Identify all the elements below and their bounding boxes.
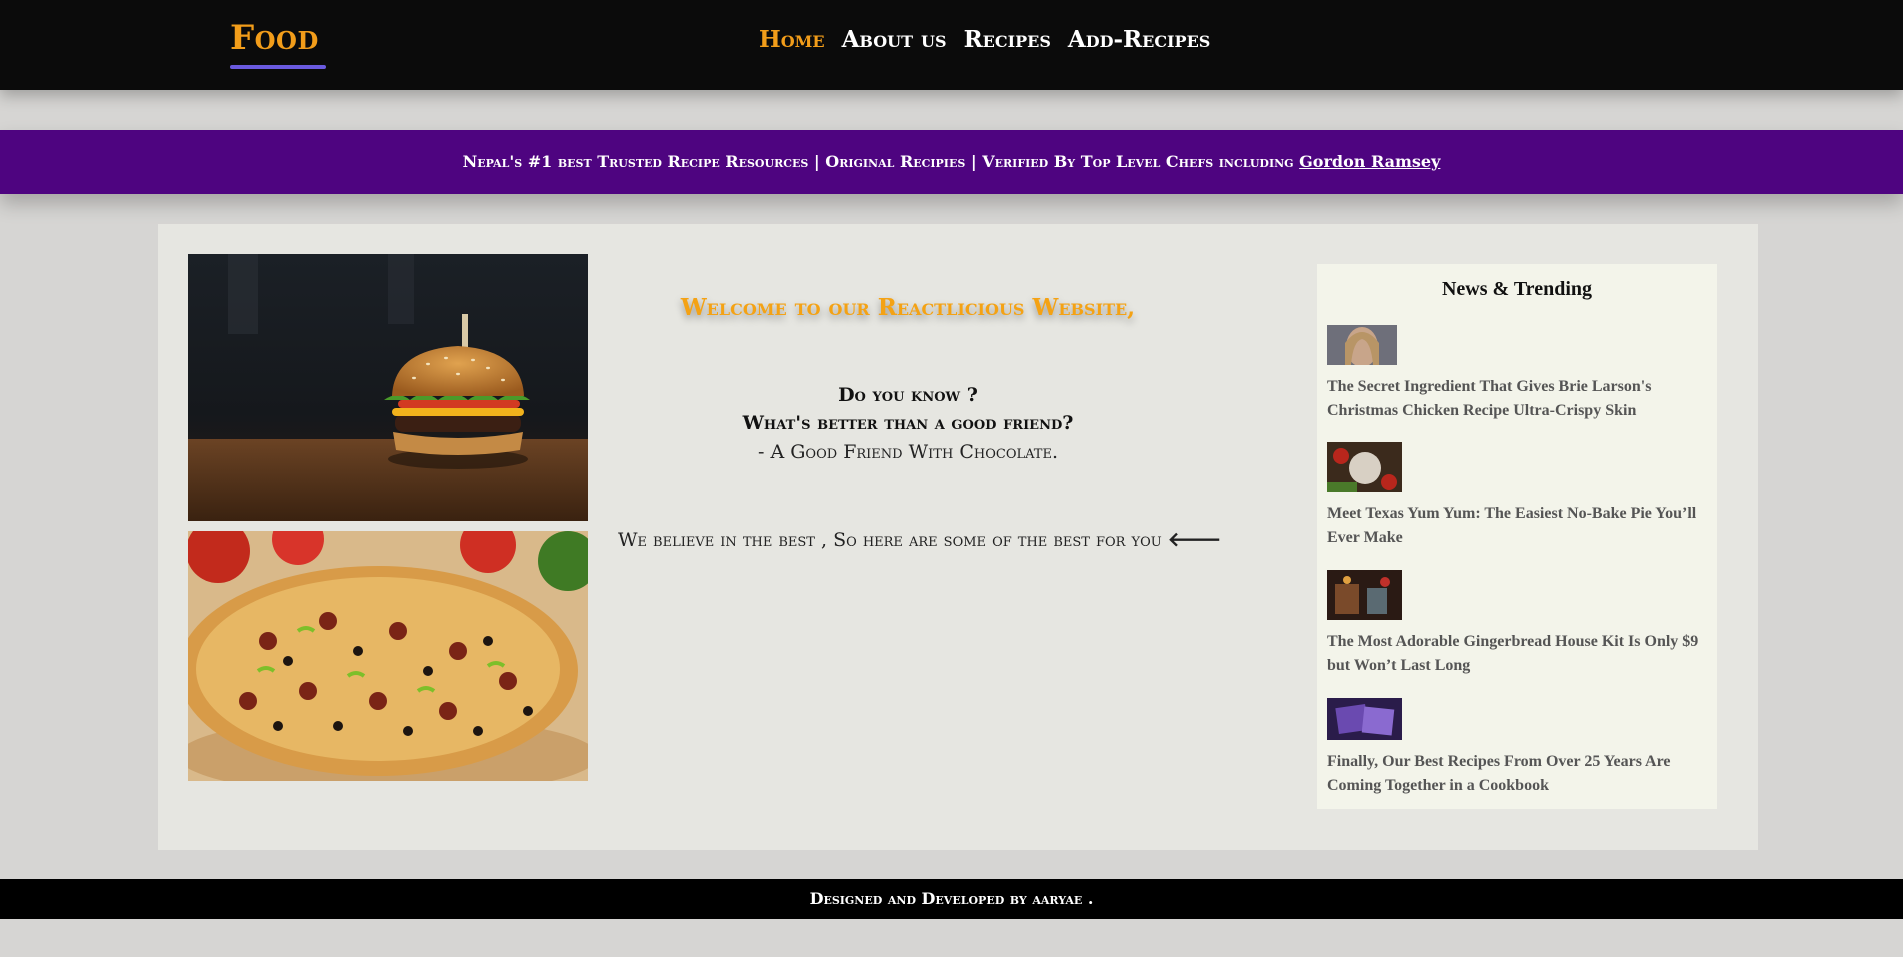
news-trending-sidebar: News & Trending The Secret Ingredient Th…: [1317, 264, 1717, 809]
news-headline[interactable]: Meet Texas Yum Yum: The Easiest No-Bake …: [1327, 502, 1707, 550]
news-title: News & Trending: [1441, 278, 1593, 300]
main-panel: Welcome to our Reactlicious Website, Do …: [158, 224, 1758, 850]
trust-banner: Nepal's #1 best Trusted Recipe Resources…: [0, 130, 1903, 194]
news-headline[interactable]: The Most Adorable Gingerbread House Kit …: [1327, 630, 1707, 678]
news-item[interactable]: The Secret Ingredient That Gives Brie La…: [1327, 325, 1707, 423]
news-item[interactable]: Finally, Our Best Recipes From Over 25 Y…: [1327, 698, 1707, 798]
nav-home[interactable]: Home: [759, 26, 825, 53]
news-item[interactable]: The Most Adorable Gingerbread House Kit …: [1327, 570, 1707, 678]
news-headline[interactable]: Finally, Our Best Recipes From Over 25 Y…: [1327, 750, 1707, 798]
footer-credit: Designed and Developed by aaryae .: [809, 889, 1094, 908]
question-line-1: Do you know ?: [838, 384, 978, 406]
top-navbar: Food Home About us Recipes Add-Recipes: [0, 0, 1903, 90]
pizza-photo: [188, 531, 588, 781]
logo-underline: [230, 65, 326, 69]
answer-line: - A Good Friend With Chocolate.: [758, 441, 1058, 463]
footer: Designed and Developed by aaryae .: [0, 879, 1903, 919]
welcome-heading: Welcome to our Reactlicious Website,: [680, 294, 1136, 321]
site-logo[interactable]: Food: [230, 18, 319, 58]
question-line-2: What's better than a good friend?: [742, 412, 1074, 434]
banner-text: Nepal's #1 best Trusted Recipe Resources…: [462, 152, 1300, 171]
nav-recipes[interactable]: Recipes: [964, 26, 1051, 53]
main-nav: Home About us Recipes Add-Recipes: [759, 26, 1210, 53]
welcome-section: Welcome to our Reactlicious Website, Do …: [618, 224, 1221, 850]
news-item[interactable]: Meet Texas Yum Yum: The Easiest No-Bake …: [1327, 442, 1707, 550]
news-thumbnail[interactable]: [1327, 570, 1402, 620]
burger-photo: [188, 254, 588, 521]
news-thumbnail[interactable]: [1327, 442, 1402, 492]
news-thumbnail[interactable]: [1327, 325, 1397, 365]
nav-add-recipes[interactable]: Add-Recipes: [1068, 26, 1210, 53]
believe-line: We believe in the best , So here are som…: [618, 527, 1221, 551]
news-thumbnail[interactable]: [1327, 698, 1402, 740]
believe-text: We believe in the best , So here are som…: [618, 529, 1168, 551]
arrow-left-icon: 🡐: [1167, 527, 1222, 551]
news-headline[interactable]: The Secret Ingredient That Gives Brie La…: [1327, 375, 1707, 423]
gordon-ramsey-link[interactable]: Gordon Ramsey: [1299, 152, 1440, 171]
nav-about-us[interactable]: About us: [842, 26, 947, 53]
